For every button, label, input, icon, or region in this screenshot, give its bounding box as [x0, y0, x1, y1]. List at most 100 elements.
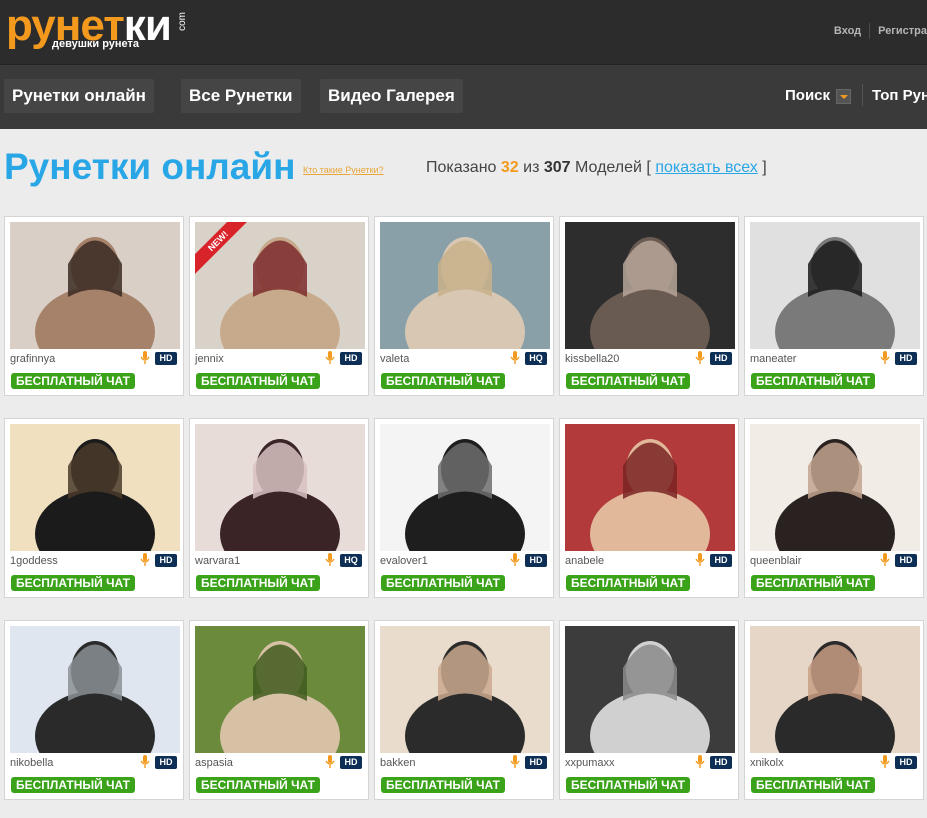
microphone-icon [510, 553, 520, 566]
search-label: Поиск [785, 87, 831, 104]
models-counter: Показано 32 из 307 Моделей [ показать вс… [426, 159, 767, 176]
model-name[interactable]: xxpumaxx [565, 757, 615, 769]
model-name[interactable]: xnikolx [750, 757, 784, 769]
model-card[interactable]: valeta HQ БЕСПЛАТНЫЙ ЧАТ [374, 216, 554, 396]
search-menu[interactable]: Поиск [785, 87, 852, 104]
free-chat-button[interactable]: БЕСПЛАТНЫЙ ЧАТ [381, 777, 505, 793]
model-photo[interactable]: NEW! [195, 222, 365, 349]
show-all-link[interactable]: показать всех [655, 159, 758, 176]
model-card[interactable]: kissbella20 HD БЕСПЛАТНЫЙ ЧАТ [559, 216, 739, 396]
free-chat-button[interactable]: БЕСПЛАТНЫЙ ЧАТ [11, 373, 135, 389]
model-card[interactable]: xnikolx HD БЕСПЛАТНЫЙ ЧАТ [744, 620, 924, 800]
model-name[interactable]: anabele [565, 555, 604, 567]
nav-online[interactable]: Рунетки онлайн [4, 79, 154, 113]
quality-badge: HD [340, 756, 362, 769]
model-photo[interactable] [10, 626, 180, 753]
model-card[interactable]: evalover1 HD БЕСПЛАТНЫЙ ЧАТ [374, 418, 554, 598]
microphone-icon [880, 553, 890, 566]
model-photo[interactable] [565, 626, 735, 753]
page-title: Рунетки онлайн [4, 146, 296, 187]
model-name[interactable]: 1goddess [10, 555, 58, 567]
free-chat-button[interactable]: БЕСПЛАТНЫЙ ЧАТ [381, 575, 505, 591]
register-link[interactable]: Регистра [878, 25, 927, 37]
model-card[interactable]: grafinnya HD БЕСПЛАТНЫЙ ЧАТ [4, 216, 184, 396]
microphone-icon [880, 755, 890, 768]
model-photo[interactable] [10, 424, 180, 551]
model-name[interactable]: evalover1 [380, 555, 428, 567]
quality-badge: HQ [340, 554, 362, 567]
quality-badge: HD [155, 352, 177, 365]
free-chat-button[interactable]: БЕСПЛАТНЫЙ ЧАТ [11, 575, 135, 591]
model-photo[interactable] [380, 222, 550, 349]
model-card[interactable]: queenblair HD БЕСПЛАТНЫЙ ЧАТ [744, 418, 924, 598]
model-card[interactable]: nikobella HD БЕСПЛАТНЫЙ ЧАТ [4, 620, 184, 800]
free-chat-button[interactable]: БЕСПЛАТНЫЙ ЧАТ [566, 373, 690, 389]
divider [862, 84, 863, 106]
model-name[interactable]: queenblair [750, 555, 801, 567]
main-nav: Рунетки онлайн Все Рунетки Видео Галерея… [0, 64, 927, 129]
microphone-icon [695, 755, 705, 768]
model-photo[interactable] [380, 626, 550, 753]
microphone-icon [325, 351, 335, 364]
model-name[interactable]: maneater [750, 353, 796, 365]
model-name[interactable]: jennix [195, 353, 224, 365]
quality-badge: HD [525, 756, 547, 769]
model-photo[interactable] [750, 424, 920, 551]
model-photo[interactable] [565, 222, 735, 349]
model-card[interactable]: aspasia HD БЕСПЛАТНЫЙ ЧАТ [189, 620, 369, 800]
free-chat-button[interactable]: БЕСПЛАТНЫЙ ЧАТ [566, 777, 690, 793]
model-photo[interactable] [195, 626, 365, 753]
model-photo[interactable] [380, 424, 550, 551]
quality-badge: HD [895, 756, 917, 769]
microphone-icon [695, 553, 705, 566]
nav-video-gallery[interactable]: Видео Галерея [320, 79, 463, 113]
new-ribbon: NEW! [195, 222, 255, 282]
new-label: NEW! [195, 222, 255, 278]
whois-link[interactable]: Кто такие Рунетки? [303, 165, 384, 175]
model-name[interactable]: grafinnya [10, 353, 55, 365]
model-card[interactable]: 1goddess HD БЕСПЛАТНЫЙ ЧАТ [4, 418, 184, 598]
model-card[interactable]: xxpumaxx HD БЕСПЛАТНЫЙ ЧАТ [559, 620, 739, 800]
model-name[interactable]: warvara1 [195, 555, 240, 567]
quality-badge: HD [710, 352, 732, 365]
chevron-down-icon[interactable] [836, 88, 852, 104]
microphone-icon [325, 755, 335, 768]
microphone-icon [325, 553, 335, 566]
model-photo[interactable] [195, 424, 365, 551]
free-chat-button[interactable]: БЕСПЛАТНЫЙ ЧАТ [196, 575, 320, 591]
divider [869, 23, 871, 39]
model-card[interactable]: maneater HD БЕСПЛАТНЫЙ ЧАТ [744, 216, 924, 396]
quality-badge: HD [710, 756, 732, 769]
login-link[interactable]: Вход [834, 25, 861, 37]
nav-top[interactable]: Топ Рун [872, 87, 927, 104]
model-name[interactable]: nikobella [10, 757, 53, 769]
model-card[interactable]: warvara1 HQ БЕСПЛАТНЫЙ ЧАТ [189, 418, 369, 598]
quality-badge: HD [155, 756, 177, 769]
free-chat-button[interactable]: БЕСПЛАТНЫЙ ЧАТ [751, 575, 875, 591]
quality-badge: HD [895, 554, 917, 567]
microphone-icon [140, 553, 150, 566]
model-card[interactable]: anabele HD БЕСПЛАТНЫЙ ЧАТ [559, 418, 739, 598]
site-logo[interactable]: рунетки com девушки рунета [6, 4, 188, 51]
model-photo[interactable] [565, 424, 735, 551]
logo-subtitle: девушки рунета [52, 38, 140, 50]
free-chat-button[interactable]: БЕСПЛАТНЫЙ ЧАТ [751, 373, 875, 389]
model-name[interactable]: valeta [380, 353, 409, 365]
model-photo[interactable] [750, 222, 920, 349]
free-chat-button[interactable]: БЕСПЛАТНЫЙ ЧАТ [196, 373, 320, 389]
free-chat-button[interactable]: БЕСПЛАТНЫЙ ЧАТ [11, 777, 135, 793]
free-chat-button[interactable]: БЕСПЛАТНЫЙ ЧАТ [566, 575, 690, 591]
microphone-icon [140, 755, 150, 768]
model-name[interactable]: kissbella20 [565, 353, 619, 365]
model-name[interactable]: aspasia [195, 757, 233, 769]
nav-all[interactable]: Все Рунетки [181, 79, 301, 113]
free-chat-button[interactable]: БЕСПЛАТНЫЙ ЧАТ [751, 777, 875, 793]
model-card[interactable]: NEW! jennix HD БЕСПЛАТНЫЙ ЧАТ [189, 216, 369, 396]
model-photo[interactable] [750, 626, 920, 753]
model-name[interactable]: bakken [380, 757, 415, 769]
microphone-icon [695, 351, 705, 364]
model-card[interactable]: bakken HD БЕСПЛАТНЫЙ ЧАТ [374, 620, 554, 800]
free-chat-button[interactable]: БЕСПЛАТНЫЙ ЧАТ [196, 777, 320, 793]
free-chat-button[interactable]: БЕСПЛАТНЫЙ ЧАТ [381, 373, 505, 389]
model-photo[interactable] [10, 222, 180, 349]
